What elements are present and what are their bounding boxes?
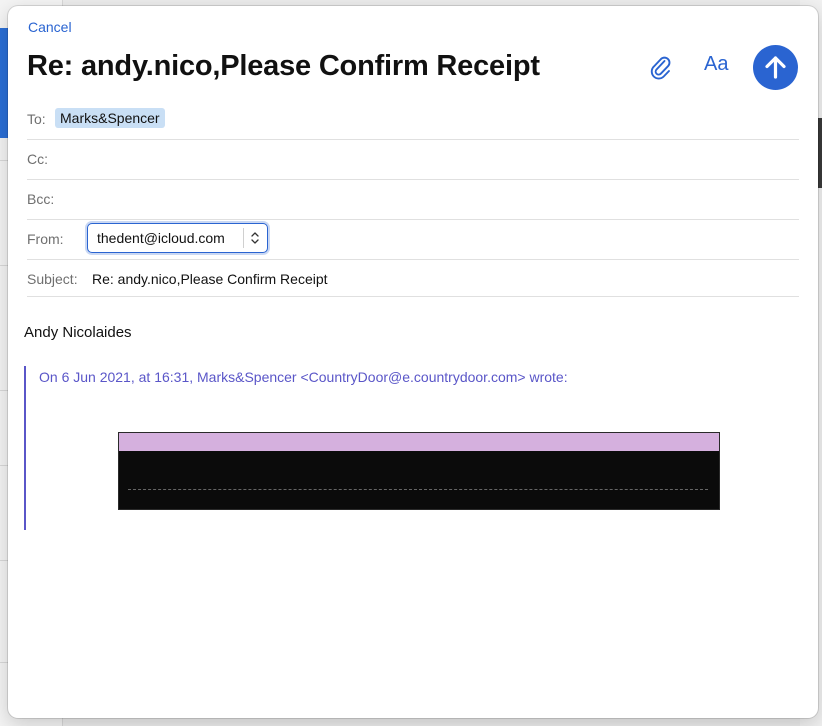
chevron-updown-icon	[251, 232, 259, 244]
message-body-signature[interactable]: Andy Nicolaides	[24, 324, 132, 341]
format-button[interactable]: Aa	[704, 53, 728, 76]
quote-header: On 6 Jun 2021, at 16:31, Marks&Spencer <…	[39, 369, 568, 385]
compose-window: Cancel Re: andy.nico,Please Confirm Rece…	[8, 6, 818, 718]
from-value: thedent@icloud.com	[97, 230, 225, 246]
cancel-button[interactable]: Cancel	[28, 19, 72, 35]
banner-header-strip	[119, 433, 719, 451]
to-label: To:	[27, 111, 46, 127]
bcc-label: Bcc:	[27, 191, 55, 207]
send-button[interactable]	[753, 45, 798, 90]
from-field: From: thedent@icloud.com	[27, 219, 799, 260]
quoted-email-banner	[118, 432, 720, 510]
recipient-chip[interactable]: Marks&Spencer	[55, 108, 165, 128]
attach-button[interactable]	[648, 54, 674, 82]
bcc-field[interactable]: Bcc:	[27, 179, 799, 220]
subject-field[interactable]: Subject: Re: andy.nico,Please Confirm Re…	[27, 259, 799, 297]
banner-dashed-divider	[128, 489, 708, 490]
arrow-up-icon	[765, 56, 786, 79]
quoted-message: On 6 Jun 2021, at 16:31, Marks&Spencer <…	[24, 366, 806, 530]
to-field[interactable]: To: Marks&Spencer	[27, 99, 799, 140]
paperclip-icon	[650, 56, 671, 80]
from-label: From:	[27, 231, 64, 247]
subject-label: Subject:	[27, 271, 78, 287]
from-select[interactable]: thedent@icloud.com	[87, 223, 268, 253]
subject-input[interactable]: Re: andy.nico,Please Confirm Receipt	[92, 271, 328, 287]
cc-label: Cc:	[27, 151, 48, 167]
select-divider	[243, 228, 244, 248]
cc-field[interactable]: Cc:	[27, 139, 799, 180]
compose-title: Re: andy.nico,Please Confirm Receipt	[27, 50, 540, 82]
background-dark-strip	[818, 118, 822, 188]
